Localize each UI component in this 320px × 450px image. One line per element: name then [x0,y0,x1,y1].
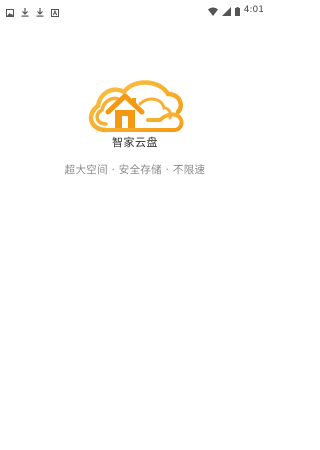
notification-icons [6,2,59,21]
system-icons: 4:01 [207,1,264,20]
app-name: 智家云盘 [112,136,158,149]
text-icon [51,2,59,21]
signal-icon [221,1,231,20]
image-icon [6,2,14,21]
battery-icon [234,1,240,20]
status-bar: 4:01 [0,0,270,17]
status-time: 4:01 [243,5,264,15]
download-icon [21,2,29,21]
download-icon [36,2,44,21]
wifi-icon [207,1,218,20]
app-logo [84,78,186,134]
slogan: 超大空间 · 安全存储 · 不限速 [64,164,206,176]
